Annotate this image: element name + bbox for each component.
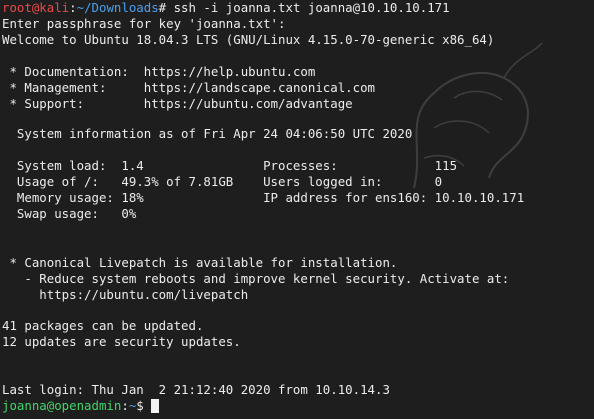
sysinfo-row: Swap usage: 0%: [2, 206, 137, 221]
sysinfo-row: System load: 1.4 Processes: 115: [2, 158, 458, 173]
support-url[interactable]: https://ubuntu.com/advantage: [144, 96, 353, 111]
management-url[interactable]: https://landscape.canonical.com: [144, 80, 375, 95]
prompt-path: ~/Downloads: [76, 0, 159, 15]
last-login-line: Last login: Thu Jan 2 21:12:40 2020 from…: [2, 382, 390, 397]
livepatch-notice: * Canonical Livepatch is available for i…: [2, 255, 398, 270]
support-link-line: * Support: https://ubuntu.com/advantage: [2, 96, 353, 112]
text-cursor: [151, 399, 160, 413]
prompt-sign: $: [136, 398, 152, 413]
link-label: * Management:: [2, 80, 144, 95]
link-label: * Documentation:: [2, 64, 144, 79]
security-update-count: 12 updates are security updates.: [2, 334, 241, 349]
welcome-message: Welcome to Ubuntu 18.04.3 LTS (GNU/Linux…: [2, 32, 495, 47]
sysinfo-row: Usage of /: 49.3% of 7.81GB Users logged…: [2, 174, 443, 189]
documentation-url[interactable]: https://help.ubuntu.com: [144, 64, 316, 79]
management-link-line: * Management: https://landscape.canonica…: [2, 80, 375, 96]
prompt-separator: :: [69, 0, 77, 15]
shell-prompt-line[interactable]: joanna@openadmin:~$: [2, 398, 160, 414]
prompt-separator: :: [121, 398, 129, 413]
passphrase-prompt: Enter passphrase for key 'joanna.txt':: [2, 16, 286, 31]
ssh-command: ssh -i joanna.txt joanna@10.10.10.171: [173, 0, 450, 15]
terminal-window[interactable]: root@kali:~/Downloads# ssh -i joanna.txt…: [0, 0, 594, 419]
sysinfo-row: Memory usage: 18% IP address for ens160:…: [2, 190, 525, 205]
documentation-link-line: * Documentation: https://help.ubuntu.com: [2, 64, 315, 80]
ssh-command-line: root@kali:~/Downloads# ssh -i joanna.txt…: [2, 0, 450, 16]
sysinfo-header: System information as of Fri Apr 24 04:0…: [2, 126, 413, 141]
link-label: * Support:: [2, 96, 144, 111]
prompt-sign: #: [158, 0, 174, 15]
prompt-user-host: root@kali: [2, 0, 70, 15]
prompt-user-host: joanna@openadmin: [2, 398, 122, 413]
livepatch-url[interactable]: https://ubuntu.com/livepatch: [2, 287, 248, 303]
livepatch-detail: - Reduce system reboots and improve kern…: [2, 271, 510, 286]
packages-update-count: 41 packages can be updated.: [2, 318, 204, 333]
